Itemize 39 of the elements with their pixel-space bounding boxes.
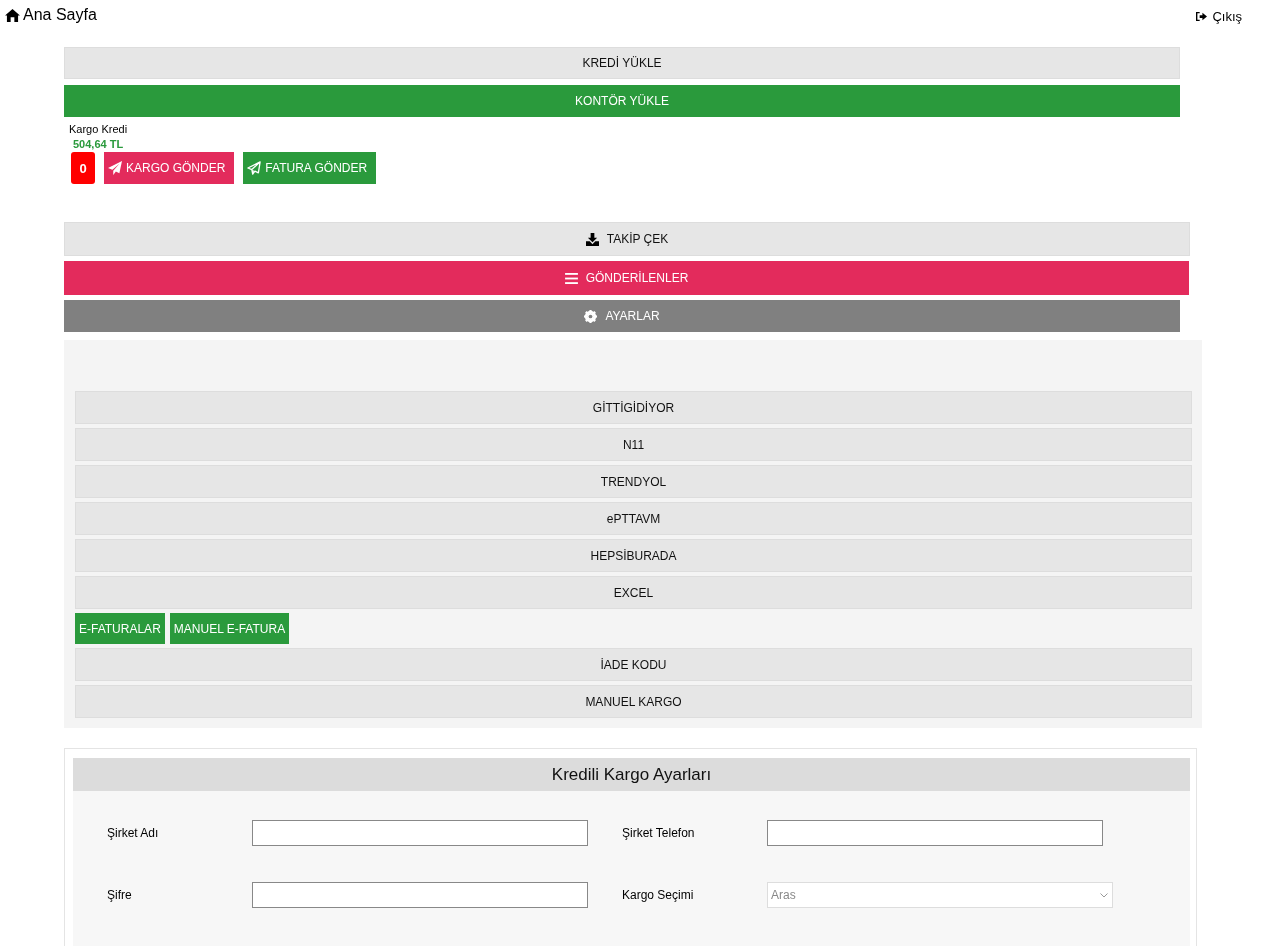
paper-plane-icon <box>247 161 262 175</box>
marketplace-button[interactable]: İADE KODU <box>75 648 1192 681</box>
input-field[interactable] <box>252 820 588 846</box>
caret-icon <box>1100 892 1108 898</box>
input-field[interactable] <box>767 820 1103 846</box>
menu-button[interactable]: AYARLAR <box>64 300 1180 332</box>
marketplace-button[interactable]: MANUEL KARGO <box>75 685 1192 718</box>
input-field[interactable] <box>252 882 588 908</box>
marketplace-button[interactable]: ePTTAVM <box>75 502 1192 535</box>
home-icon <box>5 8 20 22</box>
logout-icon <box>1195 11 1209 22</box>
count-badge: 0 <box>71 152 95 184</box>
menu-button[interactable]: TAKİP ÇEK <box>64 222 1190 256</box>
invoice-button[interactable]: E-FATURALAR <box>75 613 165 644</box>
download-icon <box>585 232 599 246</box>
load-button[interactable]: KREDİ YÜKLE <box>64 47 1180 79</box>
marketplace-button[interactable]: GİTTİGİDİYOR <box>75 391 1192 424</box>
menu-icon <box>564 272 578 284</box>
send-button[interactable]: FATURA GÖNDER <box>243 152 377 184</box>
paper-plane-icon <box>108 161 122 175</box>
field-label: Kargo Seçimi <box>622 888 695 902</box>
form-title: Kredili Kargo Ayarları <box>73 758 1190 791</box>
marketplace-button[interactable]: EXCEL <box>75 576 1192 609</box>
settings-icon <box>584 309 598 323</box>
credit-label: Kargo Kredi <box>68 123 129 135</box>
load-button[interactable]: KONTÖR YÜKLE <box>64 85 1180 117</box>
field-label: Şifre <box>107 888 133 902</box>
credit-value: 504,64 TL <box>72 138 125 150</box>
marketplace-button[interactable]: N11 <box>75 428 1192 461</box>
send-button[interactable]: KARGO GÖNDER <box>104 152 235 184</box>
field-label: Şirket Adı <box>107 826 160 840</box>
marketplace-button[interactable]: HEPSİBURADA <box>75 539 1192 572</box>
home-link[interactable]: Ana Sayfa <box>5 6 97 24</box>
marketplace-button[interactable]: TRENDYOL <box>75 465 1192 498</box>
menu-button[interactable]: GÖNDERİLENLER <box>64 261 1189 295</box>
field-label: Şirket Telefon <box>622 826 696 840</box>
logout-link[interactable]: Çıkış <box>1195 9 1242 24</box>
invoice-button[interactable]: MANUEL E-FATURA <box>169 613 290 644</box>
select-field[interactable]: Aras <box>767 882 1113 908</box>
